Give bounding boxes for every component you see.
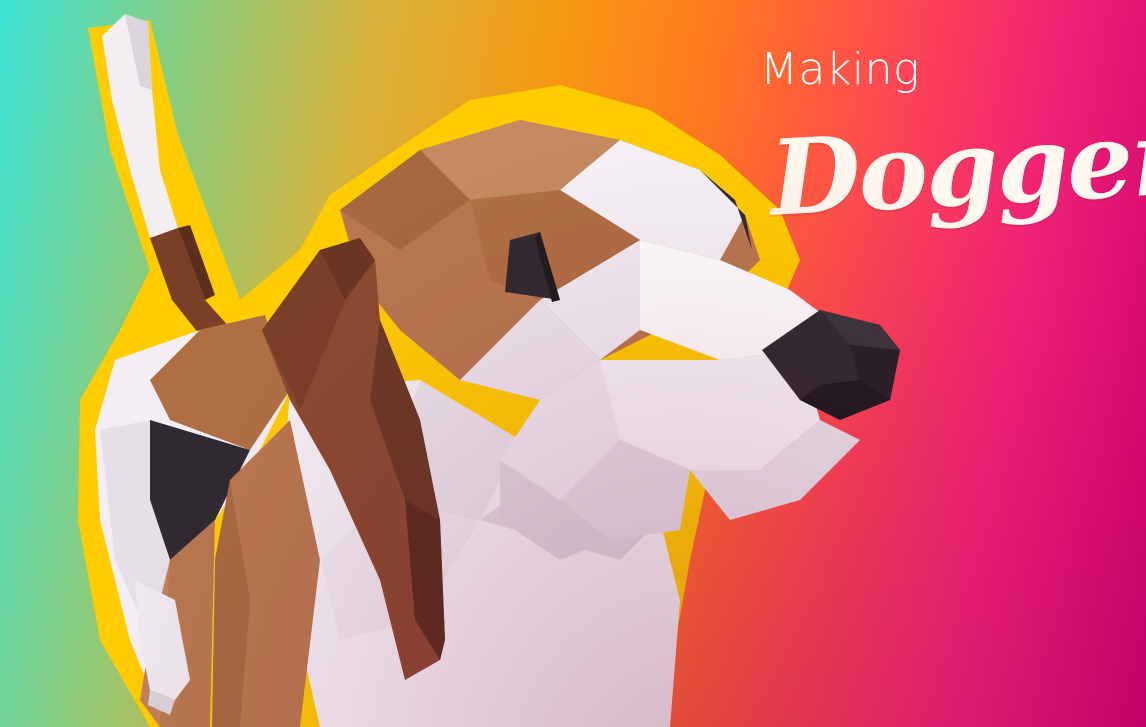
title-making: Making bbox=[760, 44, 920, 95]
hero-banner: Making Dogger bbox=[0, 0, 1146, 727]
title-dogger: Dogger bbox=[767, 95, 1146, 240]
